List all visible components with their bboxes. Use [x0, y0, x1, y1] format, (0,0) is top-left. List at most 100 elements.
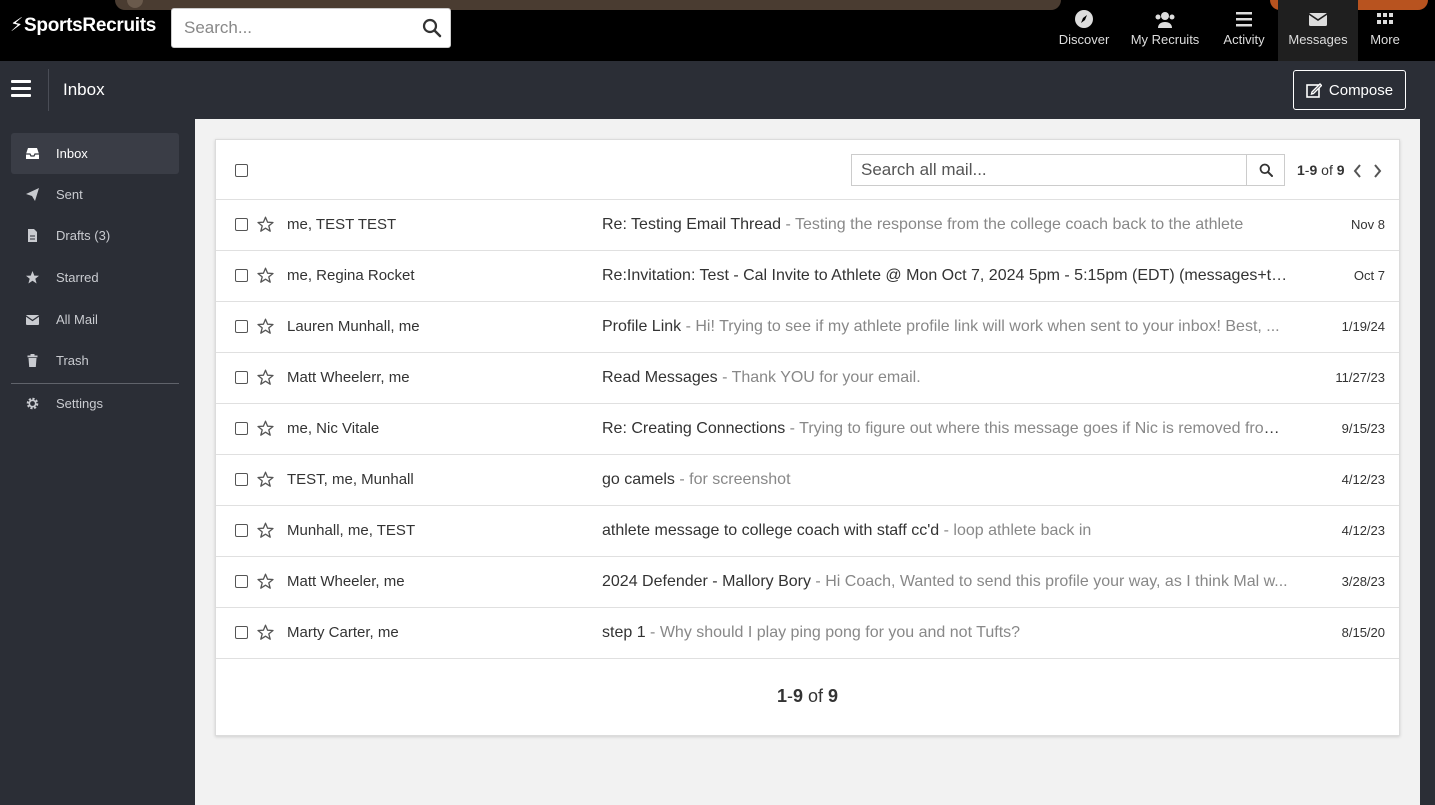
message-subject-line[interactable]: Profile Link - Hi! Trying to see if my a… — [602, 318, 1292, 336]
row-checkbox[interactable] — [235, 269, 248, 282]
message-from: TEST, me, Munhall — [287, 471, 414, 488]
search-icon[interactable] — [422, 18, 442, 38]
star-outline-icon[interactable] — [257, 420, 274, 437]
nav-activity[interactable]: Activity — [1216, 0, 1272, 61]
global-search-input[interactable] — [172, 9, 402, 47]
envelope-icon — [1308, 13, 1328, 26]
people-icon — [1155, 12, 1175, 28]
sub-header — [0, 61, 1420, 119]
message-from: Marty Carter, me — [287, 624, 399, 641]
message-from: me, Nic Vitale — [287, 420, 380, 437]
message-date: 9/15/23 — [1341, 421, 1385, 436]
star-outline-icon[interactable] — [257, 624, 274, 641]
message-separator: - — [785, 420, 800, 437]
nav-messages[interactable]: Messages — [1278, 0, 1358, 61]
search-icon — [1259, 163, 1273, 177]
message-subject-line[interactable]: step 1 - Why should I play ping pong for… — [602, 624, 1292, 642]
message-preview: Hi Coach, Wanted to send this profile yo… — [825, 573, 1288, 590]
row-checkbox[interactable] — [235, 422, 248, 435]
logo[interactable]: ⚡SportsRecruits — [10, 14, 156, 37]
message-preview: Thank YOU for your email. — [731, 369, 921, 386]
nav-label: Discover — [1058, 32, 1110, 47]
message-subject-line[interactable]: 2024 Defender - Mallory Bory - Hi Coach,… — [602, 573, 1292, 591]
nav-more[interactable]: More — [1362, 0, 1408, 61]
message-row[interactable]: Munhall, me, TEST athlete message to coll… — [216, 506, 1399, 557]
select-all-checkbox[interactable] — [235, 164, 248, 177]
divider — [48, 69, 49, 111]
message-subject: step 1 — [602, 624, 646, 641]
star-outline-icon[interactable] — [257, 216, 274, 233]
message-subject-line[interactable]: Re: Testing Email Thread - Testing the r… — [602, 216, 1292, 234]
star-outline-icon[interactable] — [257, 267, 274, 284]
message-separator: - — [717, 369, 732, 386]
message-subject: 2024 Defender - Mallory Bory — [602, 573, 811, 590]
message-subject: athlete message to college coach with st… — [602, 522, 940, 539]
star-outline-icon[interactable] — [257, 471, 274, 488]
message-row[interactable]: me, Nic Vitale Re: Creating Connections -… — [216, 404, 1399, 455]
sidebar-item-sent[interactable]: Sent — [11, 174, 179, 215]
star-outline-icon[interactable] — [257, 522, 274, 539]
mail-search[interactable] — [851, 154, 1247, 186]
message-row[interactable]: me, TEST TEST Re: Testing Email Thread - … — [216, 200, 1399, 251]
row-checkbox[interactable] — [235, 575, 248, 588]
message-subject-line[interactable]: Read Messages - Thank YOU for your email… — [602, 369, 1292, 387]
nav-discover[interactable]: Discover — [1052, 0, 1116, 61]
chevron-left-icon[interactable] — [1353, 164, 1362, 178]
mail-search-input[interactable] — [852, 155, 1247, 185]
sidebar-item-drafts[interactable]: Drafts (3) — [11, 215, 179, 256]
list-icon — [1236, 12, 1252, 27]
message-row[interactable]: Matt Wheeler, me 2024 Defender - Mallory … — [216, 557, 1399, 608]
message-subject-line[interactable]: Re:Invitation: Test - Cal Invite to Athl… — [602, 267, 1292, 285]
message-row[interactable]: Marty Carter, me step 1 - Why should I pl… — [216, 608, 1399, 659]
message-subject-line[interactable]: Re: Creating Connections - Trying to fig… — [602, 420, 1292, 438]
row-checkbox[interactable] — [235, 218, 248, 231]
sidebar-item-trash[interactable]: Trash — [11, 340, 179, 381]
row-checkbox[interactable] — [235, 320, 248, 333]
message-row[interactable]: me, Regina Rocket Re:Invitation: Test - C… — [216, 251, 1399, 302]
message-date: Oct 7 — [1353, 268, 1385, 283]
sidebar-item-starred[interactable]: Starred — [11, 257, 179, 298]
message-preview: Why should I play ping pong for you and … — [659, 624, 1021, 641]
message-row[interactable]: TEST, me, Munhall go camels - for screens… — [216, 455, 1399, 506]
global-search[interactable] — [171, 8, 451, 48]
message-date: 8/15/20 — [1341, 625, 1385, 640]
message-separator: - — [810, 573, 826, 590]
sidebar-item-all-mail[interactable]: All Mail — [11, 299, 179, 340]
star-outline-icon[interactable] — [257, 573, 274, 590]
star-outline-icon[interactable] — [257, 318, 274, 335]
mail-search-button[interactable] — [1246, 154, 1285, 186]
message-row[interactable]: Lauren Munhall, me Profile Link - Hi! Try… — [216, 302, 1399, 353]
hamburger-menu-icon[interactable] — [11, 80, 31, 98]
row-checkbox[interactable] — [235, 524, 248, 537]
message-subject-line[interactable]: go camels - for screenshot — [602, 471, 1292, 489]
message-from: me, TEST TEST — [287, 216, 397, 233]
message-preview: Hi! Trying to see if my athlete profile … — [695, 318, 1280, 335]
edit-icon — [1306, 83, 1322, 98]
message-subject-line[interactable]: athlete message to college coach with st… — [602, 522, 1292, 540]
row-checkbox[interactable] — [235, 371, 248, 384]
nav-label: My Recruits — [1130, 32, 1200, 47]
logo-text: SportsRecruits — [24, 15, 157, 36]
star-icon — [26, 271, 39, 284]
sidebar-item-label: Inbox — [56, 146, 88, 161]
sidebar-item-inbox[interactable]: Inbox — [11, 133, 179, 174]
message-row[interactable]: Matt Wheelerr, me Read Messages - Thank Y… — [216, 353, 1399, 404]
message-preview: loop athlete back in — [953, 522, 1092, 539]
page-title: Inbox — [63, 80, 105, 99]
message-date: 11/27/23 — [1335, 370, 1385, 385]
compose-button[interactable]: Compose — [1293, 70, 1406, 110]
inbox-icon — [26, 148, 39, 159]
scrollbar[interactable] — [1420, 61, 1435, 805]
star-outline-icon[interactable] — [257, 369, 274, 386]
message-preview: for screenshot — [689, 471, 791, 488]
row-checkbox[interactable] — [235, 473, 248, 486]
row-checkbox[interactable] — [235, 626, 248, 639]
chevron-right-icon[interactable] — [1373, 164, 1382, 178]
message-subject: Read Messages — [602, 369, 718, 386]
nav-my-recruits[interactable]: My Recruits — [1126, 0, 1204, 61]
sidebar-item-label: Sent — [56, 187, 83, 202]
sidebar-item-settings[interactable]: Settings — [11, 383, 179, 424]
top-navbar: ⚡SportsRecruits Discover My Recruits Act… — [0, 0, 1435, 61]
message-separator: - — [681, 318, 696, 335]
message-separator: - — [781, 216, 795, 233]
